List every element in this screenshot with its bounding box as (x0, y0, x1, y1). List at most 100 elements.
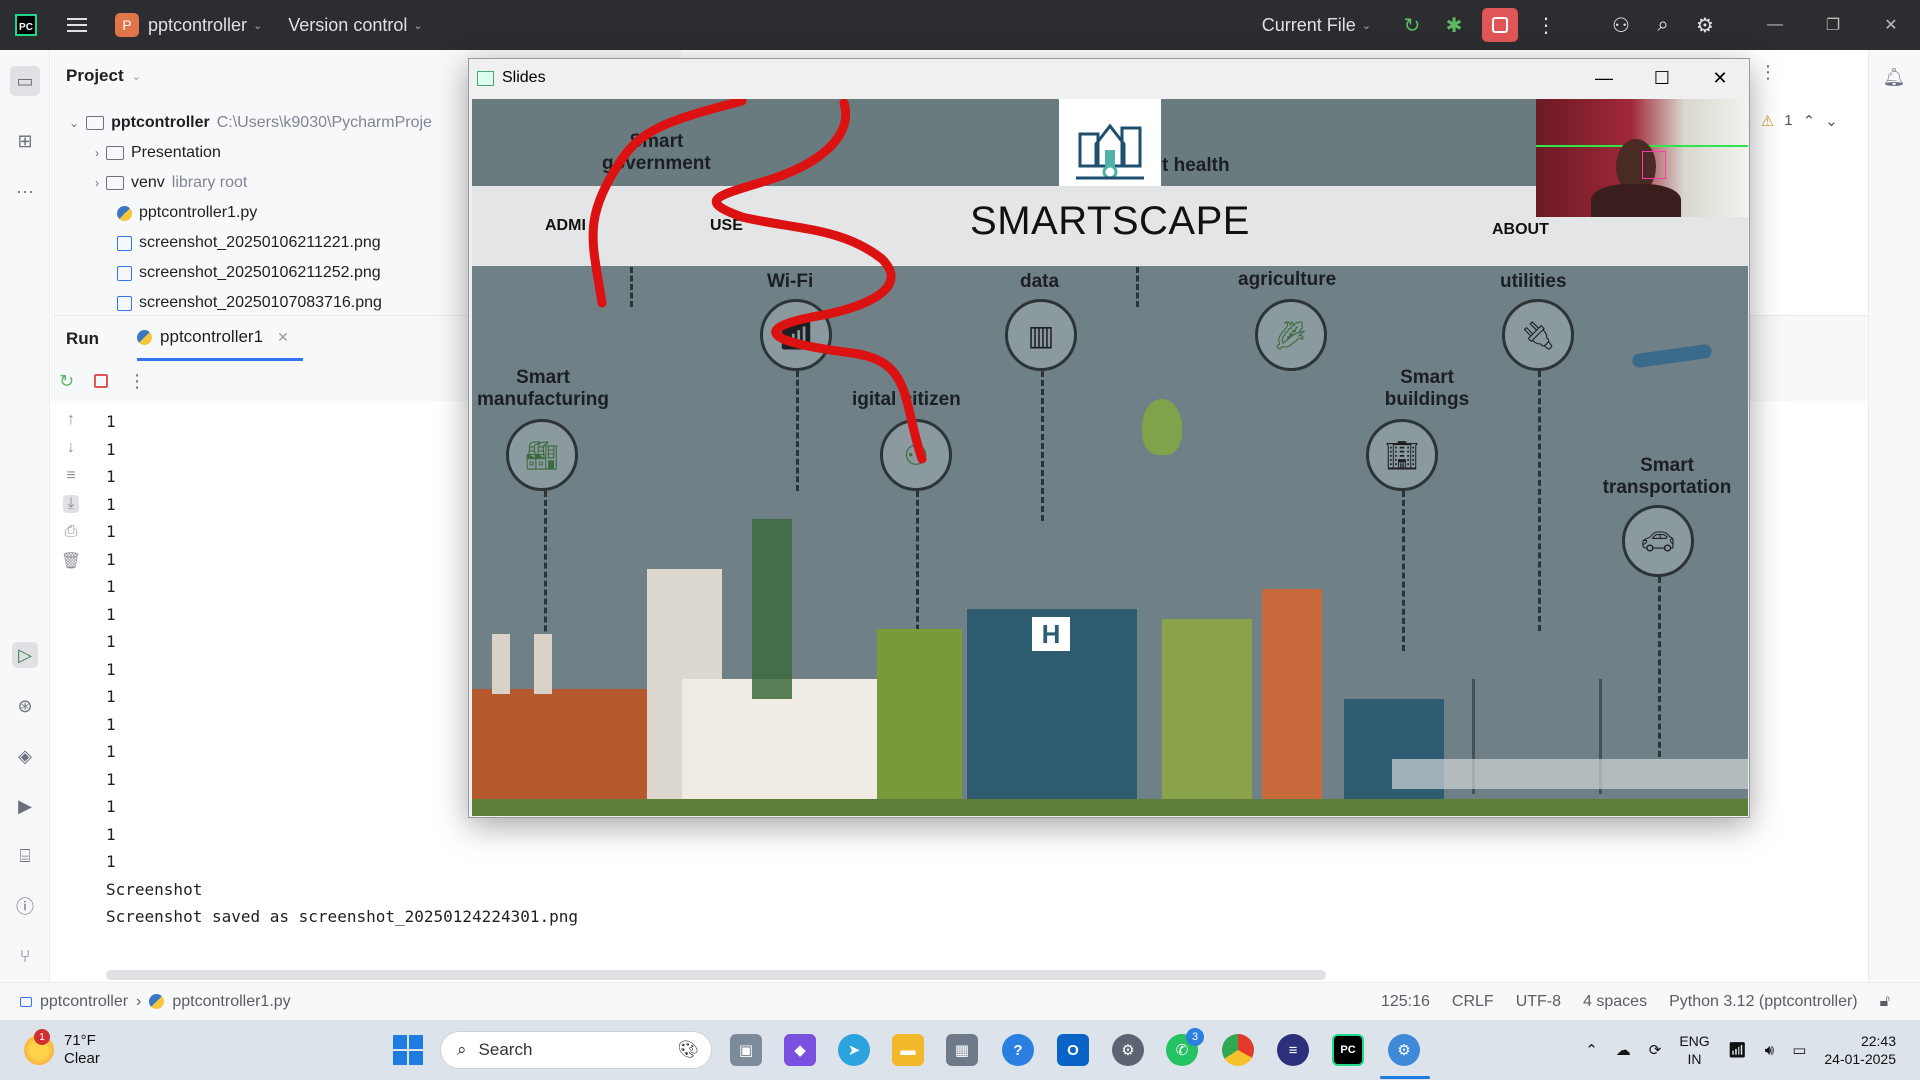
line-separator[interactable]: CRLF (1452, 993, 1494, 1011)
volume-icon[interactable]: 🔊︎ (1765, 1042, 1774, 1059)
run-tab[interactable]: pptcontroller1 ✕ (137, 316, 303, 361)
layers-icon[interactable]: ◈ (12, 743, 38, 769)
tree-item-python-file[interactable]: pptcontroller1.py (117, 198, 257, 228)
chevron-down-icon: ⌄ (131, 70, 141, 83)
windows-start-icon[interactable] (392, 1034, 424, 1066)
microsoft-store-icon[interactable]: ▦ (946, 1034, 978, 1066)
settings-gear-icon[interactable]: ⚙ (1691, 11, 1719, 39)
chevron-up-icon[interactable]: ⌃ (1585, 1041, 1598, 1059)
more-options-icon[interactable]: ⋮ (1532, 11, 1560, 39)
task-view-icon[interactable]: ▣ (730, 1034, 762, 1066)
project-panel-header[interactable]: Project ⌄ (66, 66, 141, 86)
minimize-button[interactable]: — (1575, 59, 1633, 97)
more-options-icon[interactable]: ⋮ (128, 371, 146, 392)
indent-setting[interactable]: 4 spaces (1583, 993, 1647, 1011)
file-explorer-icon[interactable]: ▬ (892, 1034, 924, 1066)
close-button[interactable]: ✕ (1862, 15, 1920, 35)
python-packages-icon[interactable]: ⊛ (12, 693, 38, 719)
rerun-icon[interactable]: ↻ (59, 371, 74, 392)
run-config-label: Current File (1261, 14, 1356, 35)
problems-icon[interactable]: ⓘ (12, 893, 38, 919)
weather-sun-icon: 1 (24, 1029, 54, 1065)
maximize-button[interactable]: ☐ (1633, 59, 1691, 97)
editor-more-icon[interactable]: ⋮ (1759, 62, 1777, 83)
minimize-button[interactable]: — (1746, 16, 1804, 34)
horizontal-scrollbar[interactable] (106, 970, 1326, 980)
terminal-icon[interactable]: ⌸ (12, 843, 38, 869)
project-folder-icon[interactable]: ▭ (10, 66, 40, 96)
run-config-selector[interactable]: Current File ⌄ (1262, 15, 1371, 36)
onedrive-cloud-icon[interactable]: ☁ (1616, 1041, 1631, 1059)
lock-icon[interactable]: 🔓︎ (1880, 993, 1890, 1011)
structure-icon[interactable]: ⊞ (12, 128, 38, 154)
python-app-icon[interactable]: ⚙ (1388, 1034, 1420, 1066)
tree-item-presentation[interactable]: › Presentation (95, 138, 221, 168)
arrow-up-icon[interactable]: ↑ (67, 411, 75, 429)
chevron-right-icon[interactable]: › (95, 176, 99, 190)
search-placeholder: Search (478, 1040, 533, 1059)
breadcrumb-file[interactable]: pptcontroller1.py (172, 993, 290, 1011)
close-button[interactable]: ✕ (1691, 59, 1749, 97)
battery-icon[interactable]: ▭ (1792, 1041, 1806, 1059)
scroll-to-end-icon[interactable]: ⤓ (63, 495, 79, 513)
tree-item-image[interactable]: screenshot_20250106211221.png (117, 228, 381, 258)
file-encoding[interactable]: UTF-8 (1516, 993, 1561, 1011)
restore-button[interactable]: ❐ (1804, 15, 1862, 35)
tree-item-label: screenshot_20250106211252.png (139, 264, 381, 281)
stop-button[interactable] (1482, 8, 1518, 42)
more-tools-icon[interactable]: ··· (12, 178, 38, 204)
stop-icon[interactable] (94, 374, 109, 388)
language-indicator[interactable]: ENG IN (1679, 1032, 1709, 1068)
caret-position[interactable]: 125:16 (1381, 993, 1430, 1011)
services-icon[interactable]: ▶ (12, 793, 38, 819)
main-menu-icon[interactable] (67, 18, 87, 32)
slides-window[interactable]: Slides — ☐ ✕ Smart government t health A… (468, 58, 1750, 818)
weak-warning-count: 1 (1784, 112, 1793, 129)
search-icon[interactable]: ⌕ (1649, 11, 1677, 39)
wifi-icon[interactable]: 📶︎ (1728, 1041, 1747, 1059)
tree-item-venv[interactable]: › venv library root (95, 168, 247, 198)
debug-icon[interactable]: ✱ (1440, 11, 1468, 39)
chevron-down-icon[interactable]: ⌄ (1825, 112, 1838, 130)
arrow-down-icon[interactable]: ↓ (67, 439, 75, 457)
settings-gear-icon[interactable]: ⚙ (1112, 1034, 1144, 1066)
sync-icon[interactable]: ⟳ (1649, 1041, 1662, 1059)
print-icon[interactable]: ⎙ (65, 523, 78, 541)
telegram-icon[interactable]: ➤ (838, 1034, 870, 1066)
add-user-icon[interactable]: ⚇ (1607, 11, 1635, 39)
copilot-icon[interactable]: ◆ (784, 1034, 816, 1066)
help-icon[interactable]: ? (1002, 1034, 1034, 1066)
console-line: 1 (106, 824, 116, 844)
tree-item-image[interactable]: screenshot_20250106211252.png (117, 258, 381, 288)
root-path: C:\Users\k9030\PycharmProje (216, 114, 432, 131)
tree-item-image[interactable]: screenshot_20250107083716.png (117, 288, 382, 318)
tree-root[interactable]: ⌄ pptcontroller C:\Users\k9030\PycharmPr… (69, 108, 432, 138)
python-interpreter[interactable]: Python 3.12 (pptcontroller) (1669, 993, 1858, 1011)
folder-icon (106, 176, 124, 190)
chrome-icon[interactable] (1222, 1034, 1254, 1066)
chevron-down-icon[interactable]: ⌄ (69, 116, 79, 130)
rerun-icon[interactable]: ↻ (1398, 11, 1426, 39)
breadcrumb-project[interactable]: pptcontroller (40, 993, 128, 1011)
clock[interactable]: 22:43 24-01-2025 (1824, 1032, 1896, 1068)
version-control-menu[interactable]: Version control ⌄ (288, 15, 422, 36)
pycharm-logo-icon: PC (15, 14, 37, 36)
run-tool-icon[interactable]: ▷ (12, 642, 38, 668)
notifications-bell-icon[interactable]: 🔔︎ (1881, 64, 1907, 90)
taskbar-search[interactable]: ⌕ Search 🎨︎ (440, 1031, 712, 1069)
eclipse-icon[interactable]: ≡ (1277, 1034, 1309, 1066)
annotation-drawing (588, 99, 927, 464)
project-switcher[interactable]: pptcontroller ⌄ (148, 15, 262, 36)
git-branch-icon[interactable]: ⑂ (12, 943, 38, 969)
chevron-up-icon[interactable]: ⌃ (1803, 112, 1816, 130)
soft-wrap-icon[interactable]: ≡ (66, 467, 75, 485)
slide-canvas[interactable]: Smart government t health ADMI USE SMART… (472, 99, 1748, 816)
slides-titlebar[interactable]: Slides — ☐ ✕ (469, 59, 1749, 97)
close-tab-icon[interactable]: ✕ (277, 329, 289, 346)
project-badge-icon[interactable]: P (115, 13, 139, 37)
weather-widget[interactable]: 1 71°F Clear (24, 1029, 100, 1068)
trash-icon[interactable]: 🗑︎ (61, 551, 81, 571)
chevron-right-icon[interactable]: › (95, 146, 99, 160)
pycharm-icon[interactable]: PC (1332, 1034, 1364, 1066)
outlook-icon[interactable]: O (1057, 1034, 1089, 1066)
